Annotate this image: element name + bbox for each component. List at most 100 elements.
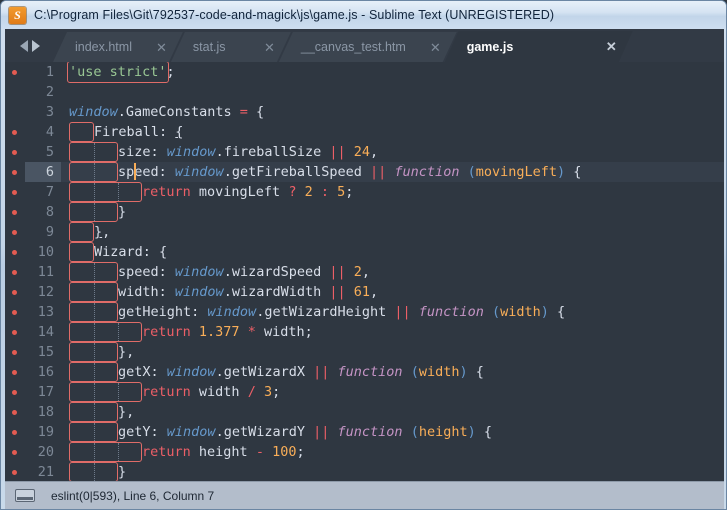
code-editor[interactable]: 1 'use strict'; 2 3 window.GameConstants… [5,62,724,494]
line-content[interactable]: Fireball: { [61,122,724,142]
code-line[interactable]: 17 return width / 3; [5,382,724,402]
tab-label: stat.js [192,40,226,54]
code-line[interactable]: 4 Fireball: { [5,122,724,142]
line-number: 11 [37,264,54,280]
arrow-right-icon[interactable] [32,39,40,52]
editor-shell: index.html ✕ stat.js ✕ __canvas_test.htm… [5,29,724,507]
code-line[interactable]: 14 return 1.377 * width; [5,322,724,342]
line-number: 17 [37,384,54,400]
tab-label: game.js [466,39,514,54]
code-line[interactable]: 8 } [5,202,724,222]
tab-bar: index.html ✕ stat.js ✕ __canvas_test.htm… [5,29,724,62]
line-number: 9 [45,224,54,240]
tab-game-js[interactable]: game.js ✕ [445,31,633,62]
line-number: 8 [45,204,54,220]
window-title: C:\Program Files\Git\792537-code-and-mag… [34,8,555,22]
error-marker-icon [5,282,25,302]
line-content[interactable]: }, [61,402,724,422]
error-marker-icon [5,162,25,182]
title-bar[interactable]: C:\Program Files\Git\792537-code-and-mag… [1,1,726,29]
error-marker-icon [5,242,25,262]
error-marker-icon [5,262,25,282]
tab-canvas-test-htm[interactable]: __canvas_test.htm ✕ [279,32,457,62]
line-content[interactable]: return width / 3; [61,382,724,402]
error-marker-icon [5,402,25,422]
line-number: 15 [37,344,54,360]
code-line[interactable]: 20 return height - 100; [5,442,724,462]
line-content[interactable]: getY: window.getWizardY || function (hei… [61,422,724,442]
line-content[interactable]: return movingLeft ? 2 : 5; [61,182,724,202]
error-marker-icon [5,382,25,402]
line-content[interactable]: 'use strict'; [61,62,724,83]
line-number: 6 [25,162,61,182]
code-line[interactable]: 11 speed: window.wizardSpeed || 2, [5,262,724,282]
code-line[interactable]: 16 getX: window.getWizardX || function (… [5,362,724,382]
code-line[interactable]: 15 }, [5,342,724,362]
close-icon[interactable]: ✕ [406,41,447,54]
line-number: 19 [37,424,54,440]
line-number: 21 [37,464,54,480]
line-content[interactable] [61,82,724,102]
line-number: 18 [37,404,54,420]
error-marker-icon [5,142,25,162]
close-icon[interactable]: ✕ [132,41,173,54]
sublime-text-window: C:\Program Files\Git\792537-code-and-mag… [0,0,727,510]
line-content[interactable]: }, [61,342,724,362]
tab-stat-js[interactable]: stat.js ✕ [171,32,291,62]
code-line[interactable]: 5 size: window.fireballSize || 24, [5,142,724,162]
error-marker-slot [5,82,25,102]
code-line-current[interactable]: 6 sp eed: window.getFireballSpeed || func… [5,162,724,182]
line-number: 5 [45,144,54,160]
error-marker-icon [5,62,25,82]
line-content[interactable]: getHeight: window.getWizardHeight || fun… [61,302,724,322]
code-line[interactable]: 3 window.GameConstants = { [5,102,724,122]
line-content[interactable]: width: window.wizardWidth || 61, [61,282,724,302]
error-marker-icon [5,302,25,322]
line-content[interactable]: size: window.fireballSize || 24, [61,142,724,162]
line-content[interactable]: }, [61,222,724,242]
tab-index-html[interactable]: index.html ✕ [53,32,183,62]
code-line[interactable]: 9 }, [5,222,724,242]
line-content[interactable]: } [61,202,724,222]
line-number: 2 [45,84,54,100]
close-icon[interactable]: ✕ [240,41,281,54]
line-number: 14 [37,324,54,340]
close-icon[interactable]: ✕ [582,40,623,53]
tab-nav-arrows[interactable] [7,29,53,62]
error-marker-icon [5,422,25,442]
sublime-text-logo-icon [9,6,26,24]
tab-label: __canvas_test.htm [300,40,406,54]
code-line[interactable]: 7 return movingLeft ? 2 : 5; [5,182,724,202]
line-content[interactable]: speed: window.wizardSpeed || 2, [61,262,724,282]
line-content[interactable]: return height - 100; [61,442,724,462]
error-marker-icon [5,182,25,202]
code-line[interactable]: 19 getY: window.getWizardY || function (… [5,422,724,442]
text-caret [134,163,136,180]
code-line[interactable]: 2 [5,82,724,102]
arrow-left-icon[interactable] [20,39,28,52]
code-line[interactable]: 21 } [5,462,724,482]
error-marker-icon [5,322,25,342]
code-line[interactable]: 13 getHeight: window.getWizardHeight || … [5,302,724,322]
tab-label: index.html [75,40,132,54]
line-number: 13 [37,304,54,320]
console-panel-icon[interactable] [15,489,35,502]
error-marker-icon [5,442,25,462]
line-number: 4 [45,124,54,140]
code-line[interactable]: 12 width: window.wizardWidth || 61, [5,282,724,302]
line-content[interactable]: sp eed: window.getFireballSpeed || functi… [61,162,724,182]
code-line[interactable]: 10 Wizard: { [5,242,724,262]
status-bar: eslint(0|593), Line 6, Column 7 [5,481,724,509]
error-marker-icon [5,362,25,382]
line-content[interactable]: window.GameConstants = { [61,102,724,122]
error-marker-icon [5,462,25,482]
line-content[interactable]: Wizard: { [61,242,724,262]
error-marker-icon [5,222,25,242]
line-content[interactable]: } [61,462,724,482]
line-content[interactable]: getX: window.getWizardX || function (wid… [61,362,724,382]
code-rows: 1 'use strict'; 2 3 window.GameConstants… [5,62,724,482]
line-number: 7 [45,184,54,200]
line-content[interactable]: return 1.377 * width; [61,322,724,342]
code-line[interactable]: 18 }, [5,402,724,422]
code-line[interactable]: 1 'use strict'; [5,62,724,83]
